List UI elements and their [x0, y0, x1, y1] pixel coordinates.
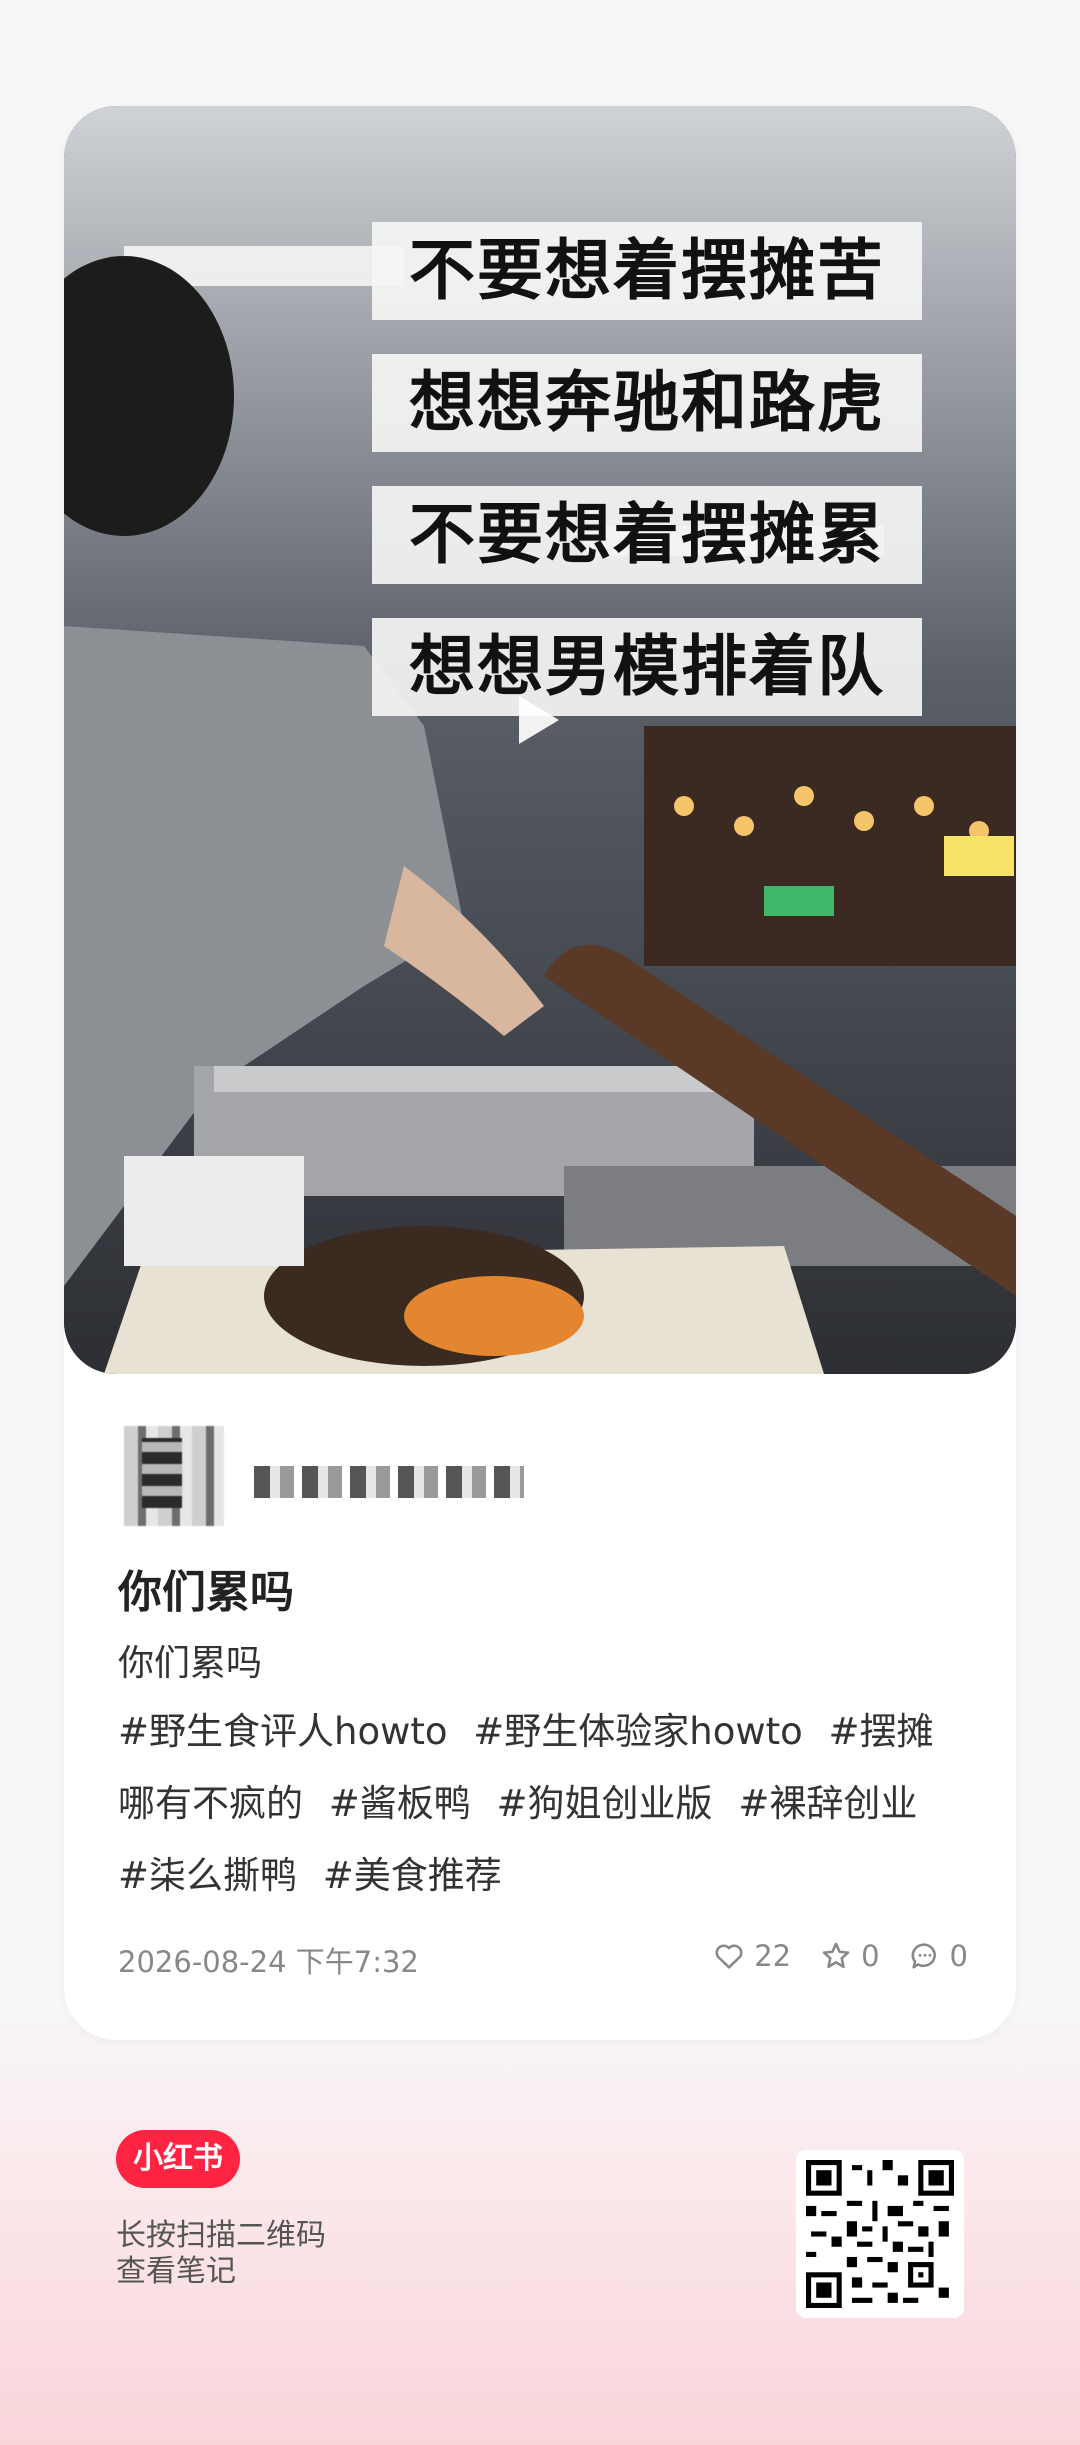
qr-code-image [806, 2160, 954, 2308]
star-icon [822, 1942, 850, 1969]
tag[interactable]: #美食推荐 [323, 1854, 502, 1897]
collect-count: 0 [861, 1939, 880, 1973]
video-caption-1: 不要想着摆摊苦 [372, 222, 922, 320]
video-cover[interactable]: 不要想着摆摊苦 想想奔驰和路虎 不要想着摆摊累 想想男模排着队 [64, 106, 1016, 1374]
note-description: 你们累吗 [118, 1643, 263, 1684]
heart-icon [715, 1944, 743, 1969]
note-meta: 2026-08-24 下午7:32 22 0 0 [118, 1939, 968, 1979]
tag[interactable]: #狗姐创业版 [497, 1782, 713, 1825]
video-caption-3: 不要想着摆摊累 [372, 486, 922, 584]
tag[interactable]: #酱板鸭 [329, 1782, 471, 1825]
tag[interactable]: #裸辞创业 [738, 1782, 917, 1825]
qr-code[interactable] [796, 2150, 964, 2318]
note-card: 不要想着摆摊苦 想想奔驰和路虎 不要想着摆摊累 想想男模排着队 ■■■■■■■ … [64, 106, 1016, 2040]
author-nickname[interactable]: ■■■■■■■ [254, 1466, 524, 1498]
comment-count: 0 [949, 1939, 968, 1973]
video-caption-2: 想想奔驰和路虎 [372, 354, 922, 452]
xiaohongshu-logo: 小红书 [116, 2130, 240, 2188]
scan-hint-line2: 查看笔记 [116, 2254, 236, 2289]
comment-button[interactable]: 0 [908, 1939, 968, 1973]
play-icon[interactable] [519, 696, 559, 744]
post-date: 2026-08-24 下午7:32 [118, 1945, 419, 1979]
note-title: 你们累吗 [118, 1567, 294, 1618]
engagement-stats: 22 0 0 [712, 1939, 968, 1973]
author-row[interactable]: ■■■■■■■ [124, 1426, 724, 1536]
video-caption-4: 想想男模排着队 [372, 618, 922, 716]
note-tags: #野生食评人howto #野生体验家howto #摆摊哪有不疯的 #酱板鸭 #狗… [118, 1696, 968, 1912]
comment-icon [911, 1943, 936, 1969]
like-button[interactable]: 22 [712, 1939, 791, 1973]
tag[interactable]: #野生食评人howto [118, 1710, 448, 1753]
like-count: 22 [754, 1939, 792, 1973]
scan-hint: 长按扫描二维码 查看笔记 [116, 2218, 326, 2290]
tag[interactable]: #柒么撕鸭 [118, 1854, 297, 1897]
avatar[interactable] [124, 1426, 224, 1526]
tag[interactable]: #野生体验家howto [473, 1710, 803, 1753]
collect-button[interactable]: 0 [819, 1939, 880, 1973]
scan-hint-line1: 长按扫描二维码 [116, 2218, 326, 2253]
